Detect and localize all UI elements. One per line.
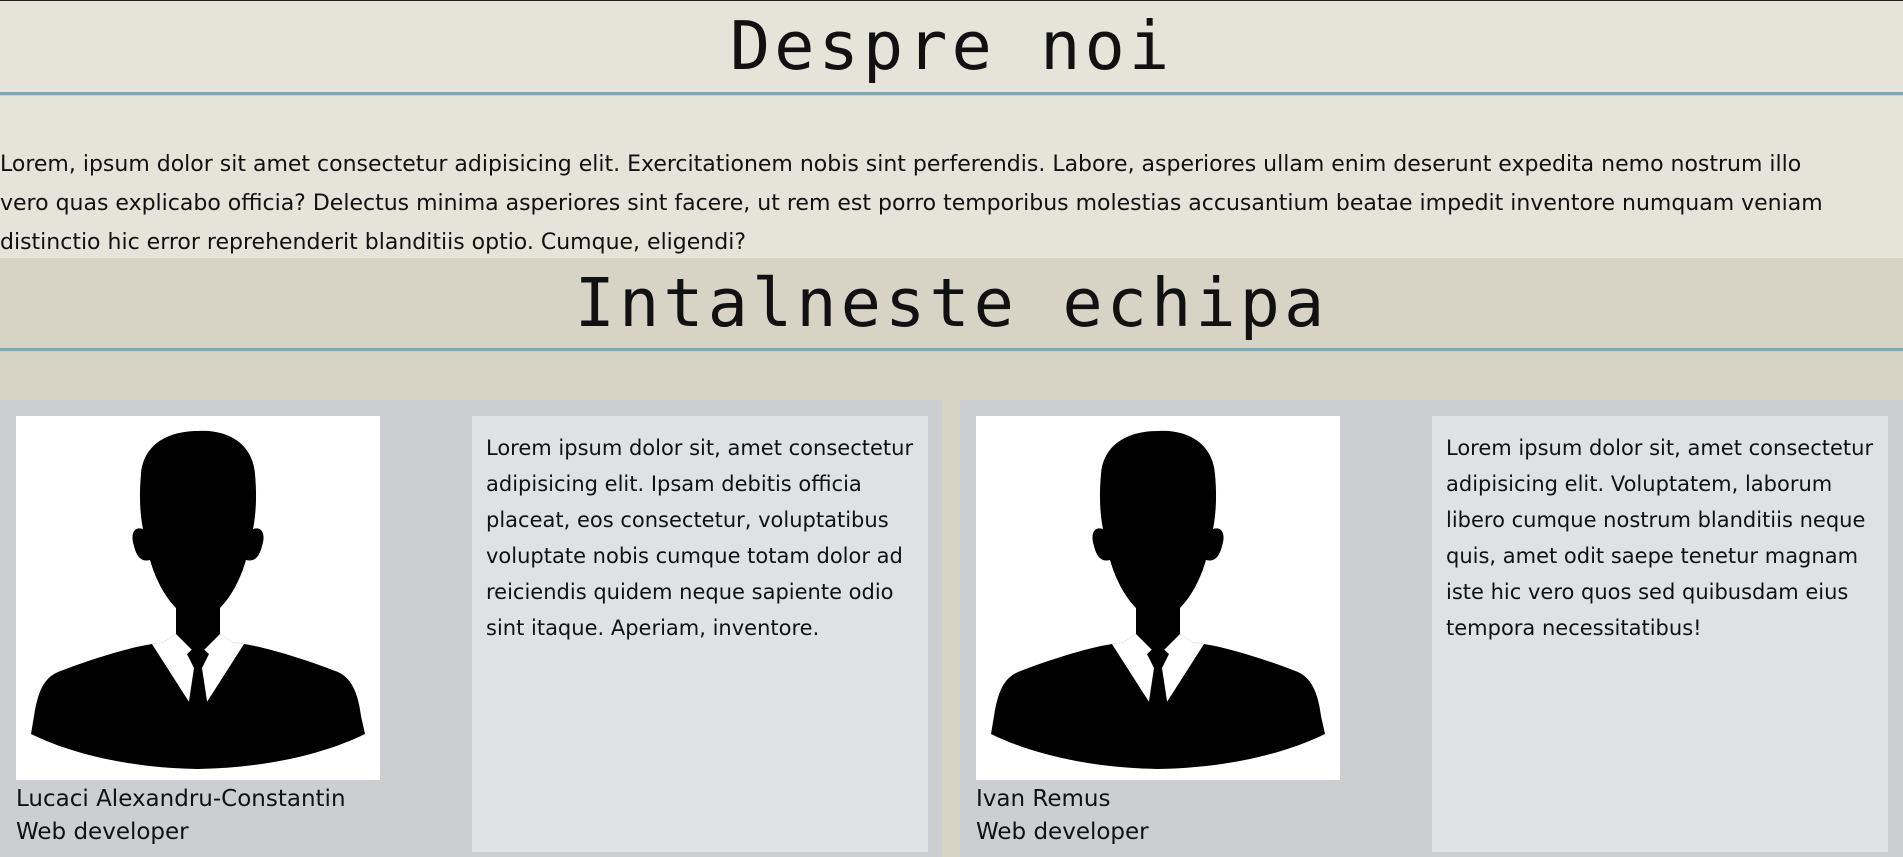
- member-bio-box: Lorem ipsum dolor sit, amet consectetur …: [472, 416, 928, 852]
- about-divider: [0, 92, 1903, 96]
- about-text: Lorem, ipsum dolor sit amet consectetur …: [0, 152, 1823, 255]
- team-member-card: Lucaci Alexandru-Constantin Web develope…: [0, 400, 942, 857]
- member-role: Web developer: [976, 819, 1149, 845]
- team-member-card: Ivan Remus Web developer Lorem ipsum dol…: [960, 400, 1903, 857]
- team-divider: [0, 348, 1903, 352]
- member-role: Web developer: [16, 819, 189, 845]
- member-name: Lucaci Alexandru-Constantin: [16, 786, 346, 812]
- about-title: Despre noi: [729, 7, 1174, 85]
- member-bio: Lorem ipsum dolor sit, amet consectetur …: [486, 436, 914, 640]
- team-section: Intalneste echipa Lucaci Alexandru-Const…: [0, 258, 1903, 857]
- person-silhouette-icon: [16, 416, 380, 780]
- member-bio-box: Lorem ipsum dolor sit, amet consectetur …: [1432, 416, 1888, 852]
- member-name: Ivan Remus: [976, 786, 1111, 812]
- member-bio: Lorem ipsum dolor sit, amet consectetur …: [1446, 436, 1874, 640]
- page: Despre noi Lorem, ipsum dolor sit amet c…: [0, 0, 1903, 857]
- team-title: Intalneste echipa: [574, 264, 1329, 342]
- person-silhouette-icon: [976, 416, 1340, 780]
- about-section: Despre noi Lorem, ipsum dolor sit amet c…: [0, 0, 1903, 258]
